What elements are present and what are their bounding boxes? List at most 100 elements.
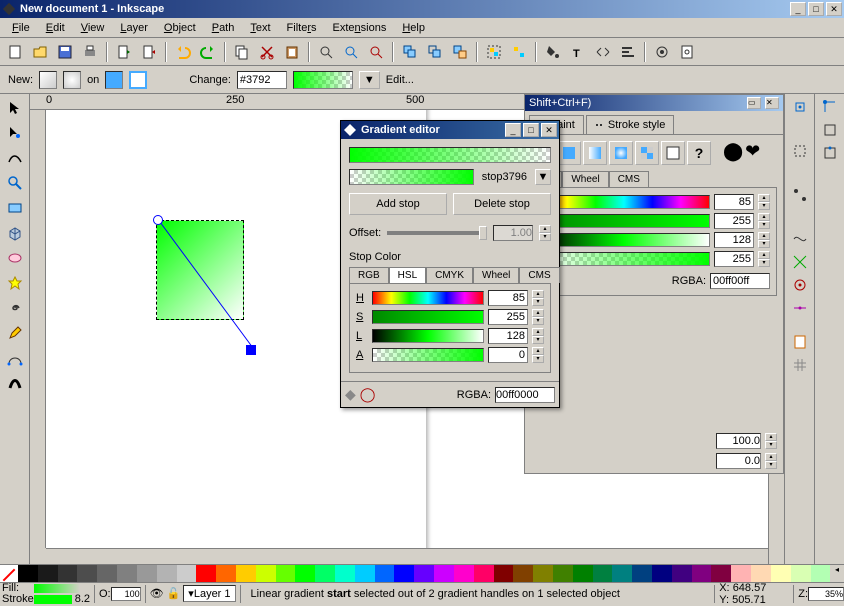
grad-hue-slider[interactable] <box>372 291 484 305</box>
scrollbar-horizontal[interactable] <box>46 548 768 564</box>
sat-slider[interactable] <box>538 214 710 228</box>
unlink-clone-button[interactable] <box>449 41 471 63</box>
grad-close-button[interactable]: ✕ <box>541 123 557 137</box>
offset-input[interactable] <box>493 225 533 241</box>
palette-swatch[interactable] <box>513 565 533 583</box>
palette-swatch[interactable] <box>632 565 652 583</box>
paint-flat-button[interactable] <box>557 141 581 165</box>
undo-button[interactable] <box>172 41 194 63</box>
grad-tab-cmyk[interactable]: CMYK <box>426 267 473 283</box>
palette-swatch[interactable] <box>157 565 177 583</box>
palette-swatch[interactable] <box>612 565 632 583</box>
light-input[interactable] <box>714 232 754 248</box>
layer-selector[interactable]: ▾Layer 1 <box>183 585 235 602</box>
snap-page-icon[interactable] <box>789 331 811 353</box>
palette-swatch[interactable] <box>731 565 751 583</box>
import-button[interactable] <box>113 41 135 63</box>
bezier-tool[interactable] <box>3 346 27 370</box>
zoom-page-button[interactable] <box>365 41 387 63</box>
grad-alpha-input[interactable] <box>488 347 528 363</box>
paste-button[interactable] <box>281 41 303 63</box>
layer-visibility-icon[interactable]: 👁 <box>150 587 164 600</box>
offset-slider[interactable] <box>387 231 487 235</box>
spiral-tool[interactable] <box>3 296 27 320</box>
open-button[interactable] <box>29 41 51 63</box>
status-zoom-input[interactable] <box>808 587 844 601</box>
palette-swatch[interactable] <box>672 565 692 583</box>
color-tab-cms[interactable]: CMS <box>609 171 649 187</box>
palette-swatch[interactable] <box>811 565 831 583</box>
menu-text[interactable]: Text <box>242 20 278 36</box>
pencil-tool[interactable] <box>3 321 27 345</box>
palette-swatch[interactable] <box>18 565 38 583</box>
close-button[interactable]: ✕ <box>826 2 842 16</box>
out-of-gamut-icon[interactable]: ◯ <box>360 386 376 403</box>
snap-bbox-icon[interactable] <box>789 140 811 162</box>
palette-none-swatch[interactable] <box>0 565 18 583</box>
gradient-start-handle[interactable] <box>153 215 163 225</box>
menu-filters[interactable]: Filters <box>279 20 325 36</box>
palette-swatch[interactable] <box>355 565 375 583</box>
status-stroke-swatch[interactable] <box>34 595 72 604</box>
gradient-dropdown-button[interactable]: ▼ <box>359 71 380 89</box>
palette-swatch[interactable] <box>58 565 78 583</box>
snap-node-icon[interactable] <box>789 184 811 206</box>
palette-swatch[interactable] <box>474 565 494 583</box>
group-button[interactable] <box>483 41 505 63</box>
zoom-fit-button[interactable] <box>315 41 337 63</box>
zoom-drawing-button[interactable] <box>340 41 362 63</box>
palette-swatch[interactable] <box>434 565 454 583</box>
palette-swatch[interactable] <box>593 565 613 583</box>
maximize-button[interactable]: □ <box>808 2 824 16</box>
3dbox-tool[interactable] <box>3 221 27 245</box>
menu-extensions[interactable]: Extensions <box>325 20 395 36</box>
color-tab-wheel[interactable]: Wheel <box>562 171 608 187</box>
menu-path[interactable]: Path <box>204 20 243 36</box>
palette-swatch[interactable] <box>494 565 514 583</box>
palette-swatch[interactable] <box>454 565 474 583</box>
rect-tool[interactable] <box>3 196 27 220</box>
paint-linear-button[interactable] <box>583 141 607 165</box>
palette-swatch[interactable] <box>77 565 97 583</box>
palette-swatch[interactable] <box>394 565 414 583</box>
grad-rgba-input[interactable] <box>495 387 555 403</box>
duplicate-button[interactable] <box>399 41 421 63</box>
status-fill-swatch[interactable] <box>34 584 80 593</box>
palette-swatch[interactable] <box>236 565 256 583</box>
light-slider[interactable] <box>538 233 710 247</box>
new-radial-button[interactable] <box>63 71 81 89</box>
text-tool-button[interactable]: T <box>567 41 589 63</box>
paint-pattern-button[interactable] <box>635 141 659 165</box>
palette-swatch[interactable] <box>38 565 58 583</box>
doc-props-button[interactable] <box>676 41 698 63</box>
snap-path-icon[interactable] <box>789 228 811 250</box>
grad-minimize-button[interactable]: _ <box>505 123 521 137</box>
grad-hue-input[interactable] <box>488 290 528 306</box>
grad-maximize-button[interactable]: □ <box>523 123 539 137</box>
save-button[interactable] <box>54 41 76 63</box>
fill-stroke-close-button[interactable]: ✕ <box>765 97 779 109</box>
fill-stroke-button[interactable] <box>542 41 564 63</box>
gradient-end-handle[interactable] <box>246 345 256 355</box>
palette-swatch[interactable] <box>97 565 117 583</box>
minimize-button[interactable]: _ <box>790 2 806 16</box>
palette-swatch[interactable] <box>196 565 216 583</box>
redo-button[interactable] <box>197 41 219 63</box>
star-tool[interactable] <box>3 271 27 295</box>
layer-lock-icon[interactable]: 🔓 <box>167 587 181 600</box>
cut-button[interactable] <box>256 41 278 63</box>
palette-swatch[interactable] <box>751 565 771 583</box>
grad-tab-rgb[interactable]: RGB <box>349 267 389 283</box>
palette-swatch[interactable] <box>117 565 137 583</box>
print-button[interactable] <box>79 41 101 63</box>
preferences-button[interactable] <box>651 41 673 63</box>
opacity-input[interactable] <box>716 433 761 449</box>
grad-sat-slider[interactable] <box>372 310 484 324</box>
menu-object[interactable]: Object <box>156 20 204 36</box>
blur-input[interactable] <box>716 453 761 469</box>
paint-radial-button[interactable] <box>609 141 633 165</box>
menu-layer[interactable]: Layer <box>112 20 156 36</box>
paint-swatch-button[interactable] <box>661 141 685 165</box>
alpha-slider[interactable] <box>538 252 710 266</box>
palette-menu-button[interactable]: ◂ <box>830 565 844 582</box>
